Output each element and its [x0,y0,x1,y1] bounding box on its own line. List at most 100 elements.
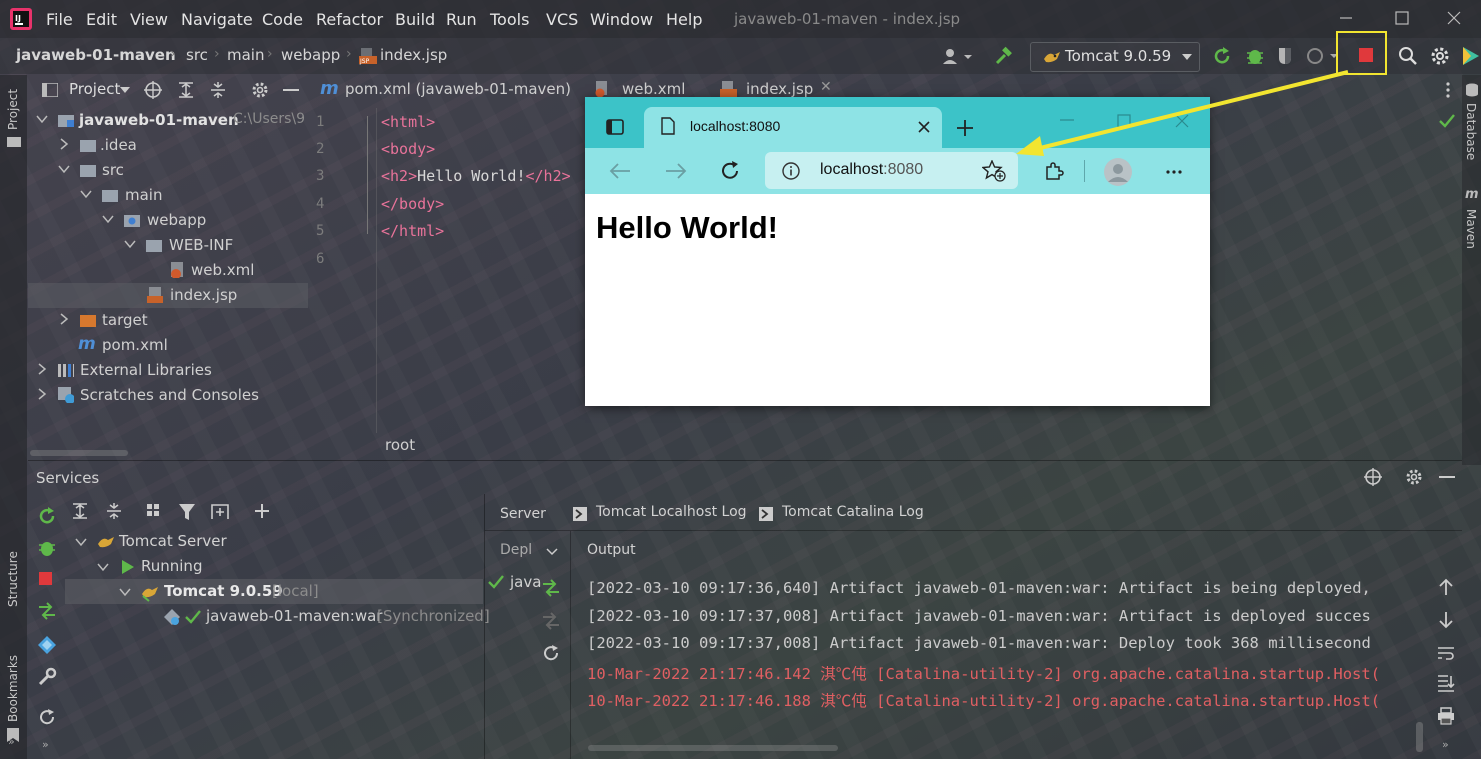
menu-edit[interactable]: Edit [86,10,117,29]
project-tool-tab[interactable]: Project [4,80,23,150]
tree-item-external-libraries[interactable]: External Libraries [28,358,308,383]
tree-item-main[interactable]: main [28,183,308,208]
breadcrumb-index-jsp[interactable]: index.jsp [380,46,447,64]
tree-item-idea[interactable]: .idea [28,133,308,158]
more-tools-chevron-icon[interactable]: » [1442,738,1449,751]
chevron-down-icon[interactable] [120,87,130,94]
deployment-column-header[interactable]: Depl [500,541,568,563]
debug-bug-icon[interactable] [37,538,57,558]
back-arrow-icon[interactable] [609,162,631,180]
tab-close-icon[interactable]: ✕ [820,79,832,95]
maven-tool-tab[interactable]: m Maven [1464,187,1480,257]
breadcrumb-project[interactable]: javaweb-01-maven [16,46,176,64]
tree-item-project-root[interactable]: javaweb-01-maven C:\Users\9 [28,108,308,133]
deploy-icon[interactable] [541,578,561,598]
scroll-to-end-icon[interactable] [1437,674,1455,692]
service-tree-tomcat-instance[interactable]: Tomcat 9.0.59 [local] [65,579,483,604]
output-hscrollbar[interactable] [588,745,838,751]
group-by-icon[interactable] [146,502,168,520]
locate-target-icon[interactable] [144,81,162,99]
menu-window[interactable]: Window [590,10,653,29]
expand-all-icon[interactable] [72,502,88,520]
settings-gear-icon[interactable] [1430,46,1450,66]
tree-item-web-xml[interactable]: web.xml [28,258,308,283]
tab-actions-icon[interactable] [606,119,624,135]
editor-breadcrumb-root[interactable]: root [385,436,415,454]
output-console[interactable]: [2022-03-10 09:17:36,640] Artifact javaw… [575,570,1430,750]
menu-tools[interactable]: Tools [490,10,529,29]
scroll-up-arrow-icon[interactable] [1438,578,1454,596]
build-hammer-icon[interactable] [994,46,1014,66]
more-tools-chevron-icon[interactable]: » [42,738,49,751]
menu-help[interactable]: Help [666,10,702,29]
plugin-logo-icon[interactable] [1461,45,1481,67]
service-tree-artifact[interactable]: javaweb-01-maven:war [Synchronized] [65,604,490,629]
profiler-icon[interactable] [1306,46,1336,66]
output-vscrollbar[interactable] [1416,722,1423,752]
tree-item-target[interactable]: target [28,308,308,333]
locate-target-icon[interactable] [1364,468,1382,486]
panel-settings-gear-icon[interactable] [1405,468,1423,486]
user-icon[interactable] [942,47,972,65]
code-line-4[interactable]: </body> [381,195,444,213]
search-icon[interactable] [1398,46,1418,66]
tab-server[interactable]: Server [500,504,546,522]
open-browser-icon[interactable] [37,635,57,655]
stop-icon[interactable] [1359,48,1374,63]
add-favorite-star-icon[interactable] [982,160,1006,182]
no-problems-check-icon[interactable] [1439,114,1455,128]
tree-item-src[interactable]: src [28,158,308,183]
tree-item-scratches[interactable]: Scratches and Consoles [28,383,308,408]
print-icon[interactable] [1437,707,1455,725]
more-options-icon[interactable] [1446,82,1450,98]
tab-tomcat-catalina-log[interactable]: Tomcat Catalina Log [759,504,929,524]
menu-code[interactable]: Code [262,10,303,29]
address-bar[interactable]: localhost:8080 [765,152,1018,189]
browser-tab[interactable]: localhost:8080 [644,107,942,148]
maximize-icon[interactable] [1394,10,1410,26]
code-line-5[interactable]: </html> [381,222,444,240]
menu-file[interactable]: File [46,10,73,29]
code-line-2[interactable]: <body> [381,140,435,158]
menu-build[interactable]: Build [395,10,435,29]
tree-item-web-inf[interactable]: WEB-INF [28,233,308,258]
refresh-icon[interactable] [37,707,57,727]
deploy-icon[interactable] [37,601,57,621]
breadcrumb-main[interactable]: main [227,46,264,64]
new-tab-icon[interactable] [210,502,232,520]
forward-arrow-icon[interactable] [665,162,687,180]
extensions-puzzle-icon[interactable] [1044,161,1064,181]
menu-run[interactable]: Run [446,10,477,29]
structure-tool-tab[interactable]: Structure [4,545,23,630]
menu-vcs[interactable]: VCS [546,10,578,29]
reload-icon[interactable] [719,160,741,182]
more-tools-chevron-icon[interactable]: » [8,735,15,748]
breadcrumb-src[interactable]: src [186,46,208,64]
menu-view[interactable]: View [130,10,168,29]
code-line-1[interactable]: <html> [381,113,435,131]
hide-panel-icon[interactable] [1439,476,1455,479]
tab-tomcat-localhost-log[interactable]: Tomcat Localhost Log [573,504,747,524]
run-configuration-select[interactable]: Tomcat 9.0.59 [1030,42,1200,72]
more-menu-icon[interactable] [1165,169,1183,175]
project-hscrollbar[interactable] [30,450,128,456]
project-view-select[interactable]: Project [69,80,120,98]
database-tool-tab[interactable]: Database [1464,83,1480,178]
tree-item-webapp[interactable]: webapp [28,208,308,233]
minimize-icon[interactable] [1338,10,1354,26]
close-icon[interactable] [1446,10,1462,26]
hide-panel-icon[interactable] [283,89,299,93]
breadcrumb-webapp[interactable]: webapp [281,46,340,64]
site-info-icon[interactable] [782,162,800,180]
refresh-icon[interactable] [541,643,561,663]
filter-icon[interactable] [178,502,200,522]
undeploy-icon[interactable] [541,611,561,631]
scroll-down-arrow-icon[interactable] [1438,611,1454,629]
expand-all-icon[interactable] [178,81,194,99]
debug-bug-icon[interactable] [1245,46,1265,66]
profile-avatar[interactable] [1103,157,1133,187]
deployment-item[interactable]: java [488,573,541,593]
rerun-icon[interactable] [1212,46,1232,66]
wrench-icon[interactable] [37,667,57,687]
soft-wrap-icon[interactable] [1437,645,1455,661]
